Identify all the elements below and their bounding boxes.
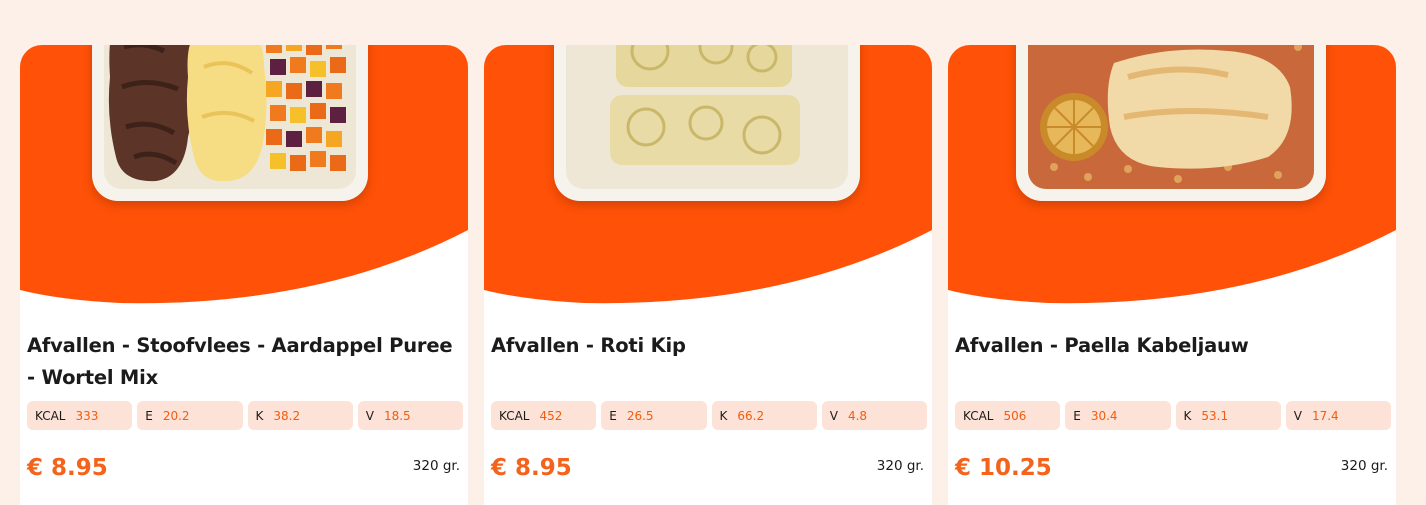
product-title[interactable]: Afvallen - Stoofvlees - Aardappel Puree …: [27, 330, 459, 394]
macro-value: 20.2: [162, 408, 190, 423]
macro-value: 30.4: [1090, 408, 1118, 423]
meal-roti-kip-image: [566, 45, 848, 189]
macro-value: 38.2: [273, 408, 301, 423]
product-card[interactable]: Afvallen - Roti Kip KCAL 452 E 26.5 K 66.2 …: [484, 45, 932, 505]
macro-value: 4.8: [847, 408, 868, 423]
macro-list: KCAL 506 E 30.4 K 53.1 V 17.4: [955, 401, 1391, 430]
macro-carbs: K 38.2: [247, 401, 353, 430]
meal-image[interactable]: [92, 45, 368, 201]
macro-protein: E 20.2: [137, 401, 243, 430]
meal-image[interactable]: [554, 45, 860, 201]
macro-kcal: KCAL 452: [491, 401, 597, 430]
macro-list: KCAL 452 E 26.5 K 66.2 V 4.8: [491, 401, 927, 430]
meal-stoofvlees-image: [104, 45, 356, 189]
product-weight: 320 gr.: [876, 458, 924, 474]
product-title[interactable]: Afvallen - Paella Kabeljauw: [955, 330, 1387, 362]
macro-value: 333: [75, 408, 99, 423]
macro-value: 18.5: [383, 408, 411, 423]
product-price: € 8.95: [491, 455, 572, 481]
product-price: € 10.25: [955, 455, 1052, 481]
macro-key: K: [255, 408, 264, 423]
macro-key: KCAL: [35, 408, 66, 423]
macro-protein: E 30.4: [1065, 401, 1171, 430]
macro-value: 506: [1003, 408, 1027, 423]
macro-value: 452: [539, 408, 563, 423]
product-weight: 320 gr.: [412, 458, 460, 474]
product-card[interactable]: Afvallen - Stoofvlees - Aardappel Puree …: [20, 45, 468, 505]
product-card[interactable]: Afvallen - Paella Kabeljauw KCAL 506 E 30.…: [948, 45, 1396, 505]
macro-value: 53.1: [1201, 408, 1229, 423]
macro-value: 17.4: [1311, 408, 1339, 423]
macro-fat: V 4.8: [821, 401, 927, 430]
macro-kcal: KCAL 506: [955, 401, 1061, 430]
macro-key: K: [719, 408, 728, 423]
macro-key: K: [1183, 408, 1192, 423]
macro-carbs: K 66.2: [711, 401, 817, 430]
macro-key: E: [609, 408, 617, 423]
macro-key: V: [1293, 408, 1302, 423]
macro-value: 66.2: [737, 408, 765, 423]
macro-kcal: KCAL 333: [27, 401, 133, 430]
macro-key: KCAL: [963, 408, 994, 423]
macro-key: V: [829, 408, 838, 423]
product-title[interactable]: Afvallen - Roti Kip: [491, 330, 923, 362]
product-price: € 8.95: [27, 455, 108, 481]
macro-list: KCAL 333 E 20.2 K 38.2 V 18.5: [27, 401, 463, 430]
macro-fat: V 17.4: [1285, 401, 1391, 430]
macro-protein: E 26.5: [601, 401, 707, 430]
product-weight: 320 gr.: [1340, 458, 1388, 474]
macro-fat: V 18.5: [357, 401, 463, 430]
macro-carbs: K 53.1: [1175, 401, 1281, 430]
macro-key: E: [145, 408, 153, 423]
macro-key: KCAL: [499, 408, 530, 423]
macro-key: V: [365, 408, 374, 423]
macro-key: E: [1073, 408, 1081, 423]
meal-image[interactable]: [1016, 45, 1326, 201]
meal-paella-image: [1028, 45, 1314, 189]
macro-value: 26.5: [626, 408, 654, 423]
